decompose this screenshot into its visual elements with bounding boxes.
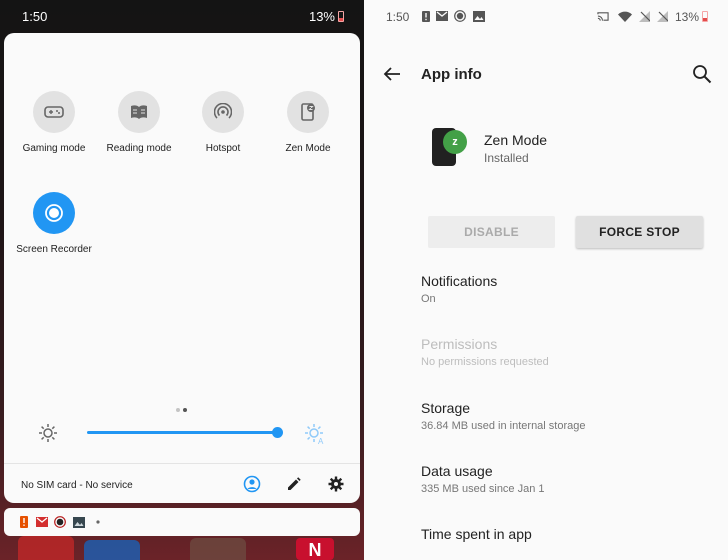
tile-label: Reading mode — [106, 143, 172, 154]
pref-title: Permissions — [421, 336, 498, 352]
tile-label: Gaming mode — [22, 143, 86, 154]
wallpaper-logo: N — [296, 538, 334, 560]
gamepad-icon — [33, 91, 75, 133]
wallpaper-shape — [84, 540, 140, 560]
brightness-slider-thumb[interactable] — [272, 427, 283, 438]
app-name: Zen Mode — [484, 132, 548, 148]
brightness-low-icon — [38, 423, 58, 443]
zen-badge-icon: z — [443, 130, 467, 154]
book-icon — [118, 91, 160, 133]
screen-record-notification-icon — [454, 10, 466, 22]
svg-text:A: A — [318, 437, 324, 445]
battery-icon — [702, 11, 708, 22]
status-bar: 1:50 13% — [364, 0, 728, 32]
battery-indicator: 13% — [675, 10, 708, 24]
app-install-status: Installed — [484, 151, 529, 165]
pref-summary: 36.84 MB used in internal storage — [421, 420, 586, 432]
no-signal-icon — [638, 10, 650, 22]
screen-record-notification-icon — [54, 516, 66, 528]
tile-hotspot[interactable]: Hotspot — [181, 91, 265, 154]
pref-title: Data usage — [421, 463, 493, 479]
force-stop-button[interactable]: FORCE STOP — [576, 216, 703, 248]
record-icon — [33, 192, 75, 234]
cast-icon — [597, 10, 609, 22]
app-info-screen: 1:50 13% App info z Zen Mode Installed D… — [364, 0, 728, 560]
status-bar: 1:50 13% — [0, 0, 364, 32]
back-arrow-icon[interactable] — [382, 64, 402, 84]
pref-permissions: Permissions No permissions requested — [421, 336, 549, 368]
no-signal-icon — [656, 10, 668, 22]
user-icon[interactable] — [243, 475, 261, 493]
tile-reading-mode[interactable]: Reading mode — [97, 91, 181, 154]
edit-pencil-icon[interactable] — [285, 475, 303, 493]
tile-label: Hotspot — [205, 143, 241, 154]
page-dot-active — [183, 408, 187, 412]
quick-settings-panel: Gaming mode Reading mode Hotspot Zen Mod… — [4, 33, 360, 503]
alert-icon — [420, 10, 432, 22]
notification-icons-strip[interactable] — [4, 508, 360, 536]
quick-settings-footer: No SIM card - No service — [4, 463, 360, 503]
wifi-icon — [618, 10, 632, 22]
pref-summary: No permissions requested — [421, 356, 549, 368]
page-dot — [176, 408, 180, 412]
settings-gear-icon[interactable] — [327, 475, 345, 493]
search-icon[interactable] — [692, 64, 712, 84]
pref-summary: On — [421, 293, 436, 305]
pref-data-usage[interactable]: Data usage 335 MB used since Jan 1 — [421, 463, 545, 495]
wallpaper-shape — [18, 536, 74, 560]
pref-title: Notifications — [421, 273, 498, 289]
auto-brightness-icon[interactable]: A — [304, 423, 326, 446]
pref-notifications[interactable]: Notifications On — [421, 273, 497, 305]
pref-summary: 335 MB used since Jan 1 — [421, 483, 545, 495]
gmail-icon — [436, 10, 448, 22]
disable-button[interactable]: DISABLE — [428, 216, 555, 248]
battery-icon — [338, 11, 344, 22]
image-icon — [473, 10, 485, 22]
pref-title: Time spent in app — [421, 526, 532, 542]
gmail-icon — [36, 516, 48, 528]
page-indicator — [176, 399, 190, 417]
pref-title: Storage — [421, 400, 471, 416]
image-icon — [73, 516, 85, 528]
hotspot-icon — [202, 91, 244, 133]
status-time: 1:50 — [386, 10, 410, 24]
battery-indicator: 13% — [309, 9, 344, 24]
pref-storage[interactable]: Storage 36.84 MB used in internal storag… — [421, 400, 586, 432]
alert-icon — [18, 516, 30, 528]
quick-settings-screen: N 1:50 13% Gaming mode Reading mode Hots… — [0, 0, 364, 560]
status-time: 1:50 — [22, 9, 48, 24]
tile-zen-mode[interactable]: Zen Mode — [266, 91, 350, 154]
more-dot-icon — [92, 516, 104, 528]
page-title: App info — [421, 66, 482, 83]
carrier-text: No SIM card - No service — [21, 480, 133, 491]
wallpaper-shape — [190, 538, 246, 560]
tile-gaming-mode[interactable]: Gaming mode — [12, 91, 96, 154]
tile-label: Screen Recorder — [16, 244, 92, 255]
brightness-slider[interactable] — [87, 431, 277, 434]
pref-time-spent[interactable]: Time spent in app — [421, 526, 532, 542]
tile-label: Zen Mode — [285, 143, 331, 154]
battery-percent: 13% — [674, 10, 699, 24]
zen-mode-icon — [287, 91, 329, 133]
battery-percent: 13% — [308, 9, 335, 24]
tile-screen-recorder[interactable]: Screen Recorder — [12, 192, 96, 255]
